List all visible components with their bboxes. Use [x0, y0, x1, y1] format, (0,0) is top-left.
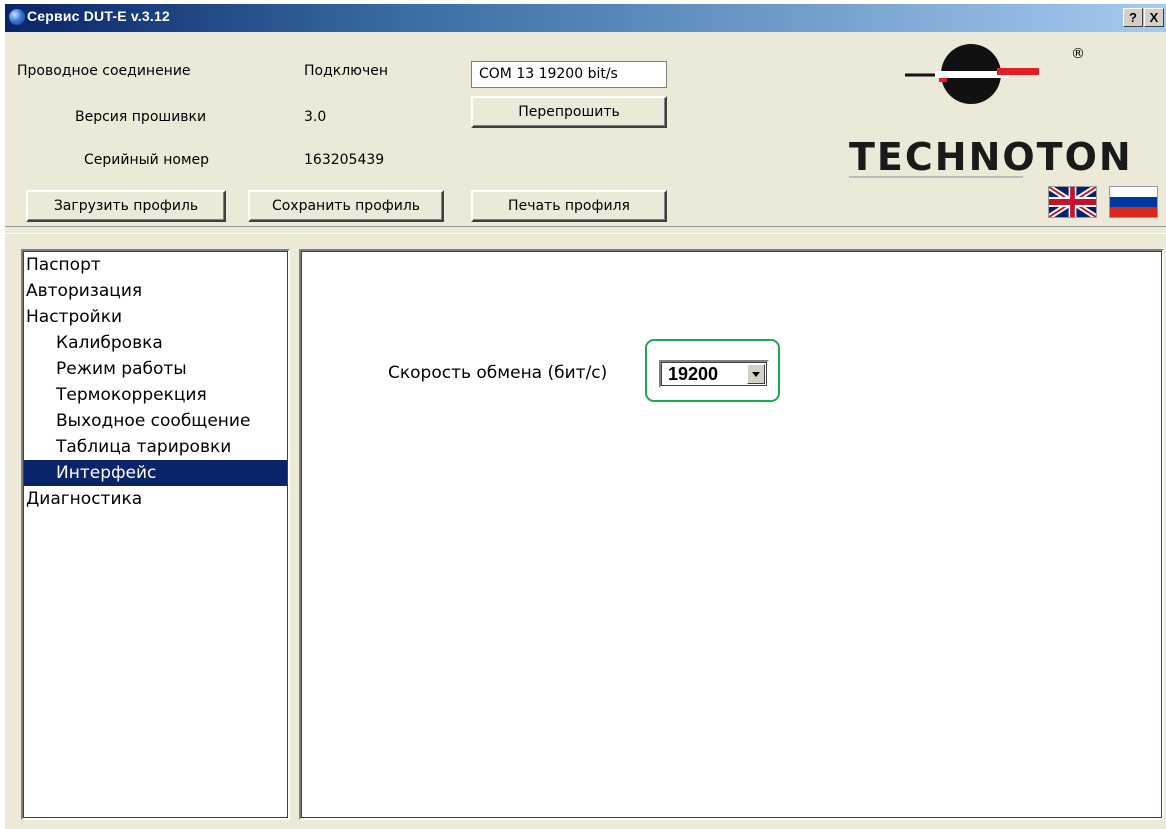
- firmware-version: 3.0: [304, 109, 327, 125]
- app-window: Сервис DUT-E v.3.12 ? X Проводное соедин…: [5, 4, 1166, 829]
- chevron-down-icon: [752, 372, 760, 377]
- print-profile-button[interactable]: Печать профиля: [471, 190, 667, 222]
- save-profile-button[interactable]: Сохранить профиль: [248, 190, 444, 222]
- title-bar: Сервис DUT-E v.3.12 ? X: [5, 4, 1166, 32]
- tree-item[interactable]: Выходное сообщение: [24, 408, 287, 434]
- tree-item[interactable]: Авторизация: [24, 278, 287, 304]
- close-button[interactable]: X: [1144, 8, 1164, 27]
- firmware-label: Версия прошивки: [75, 109, 207, 125]
- tree-item[interactable]: Режим работы: [24, 356, 287, 382]
- tree-item[interactable]: Настройки: [24, 304, 287, 330]
- brand-text: TECHNOTON: [849, 135, 1133, 179]
- tree-item[interactable]: Паспорт: [24, 252, 287, 278]
- registered-mark: ®: [1071, 46, 1085, 62]
- help-button[interactable]: ?: [1123, 8, 1143, 27]
- navigation-tree[interactable]: Паспорт Авторизация Настройки Калибровка Реж…: [21, 249, 290, 820]
- serial-label: Серийный номер: [84, 152, 210, 168]
- tree-item[interactable]: Таблица тарировки: [24, 434, 287, 460]
- tree-item[interactable]: Диагностика: [24, 486, 287, 512]
- reflash-button[interactable]: Перепрошить: [471, 96, 667, 128]
- connection-label: Проводное соединение: [17, 63, 191, 79]
- dropdown-button[interactable]: [747, 364, 765, 384]
- content-panel: [299, 249, 1164, 820]
- load-profile-button[interactable]: Загрузить профиль: [26, 190, 226, 222]
- tree-item[interactable]: Калибровка: [24, 330, 287, 356]
- window-title: Сервис DUT-E v.3.12: [27, 8, 170, 24]
- speed-value: 19200: [668, 364, 719, 384]
- app-globe-icon: [9, 9, 25, 25]
- port-display: COM 13 19200 bit/s: [471, 61, 667, 88]
- connection-status: Подключен: [304, 63, 388, 79]
- serial-number: 163205439: [304, 152, 385, 168]
- russian-flag-icon[interactable]: [1109, 186, 1158, 218]
- english-flag-icon[interactable]: [1047, 184, 1098, 220]
- toolbar-separator: [5, 226, 1166, 234]
- technoton-logo: ® TECHNOTON: [849, 44, 1133, 179]
- tree-item[interactable]: Интерфейс: [24, 460, 287, 486]
- tree-item[interactable]: Термокоррекция: [24, 382, 287, 408]
- speed-select[interactable]: 19200: [659, 360, 769, 388]
- speed-label: Скорость обмена (бит/с): [388, 363, 608, 383]
